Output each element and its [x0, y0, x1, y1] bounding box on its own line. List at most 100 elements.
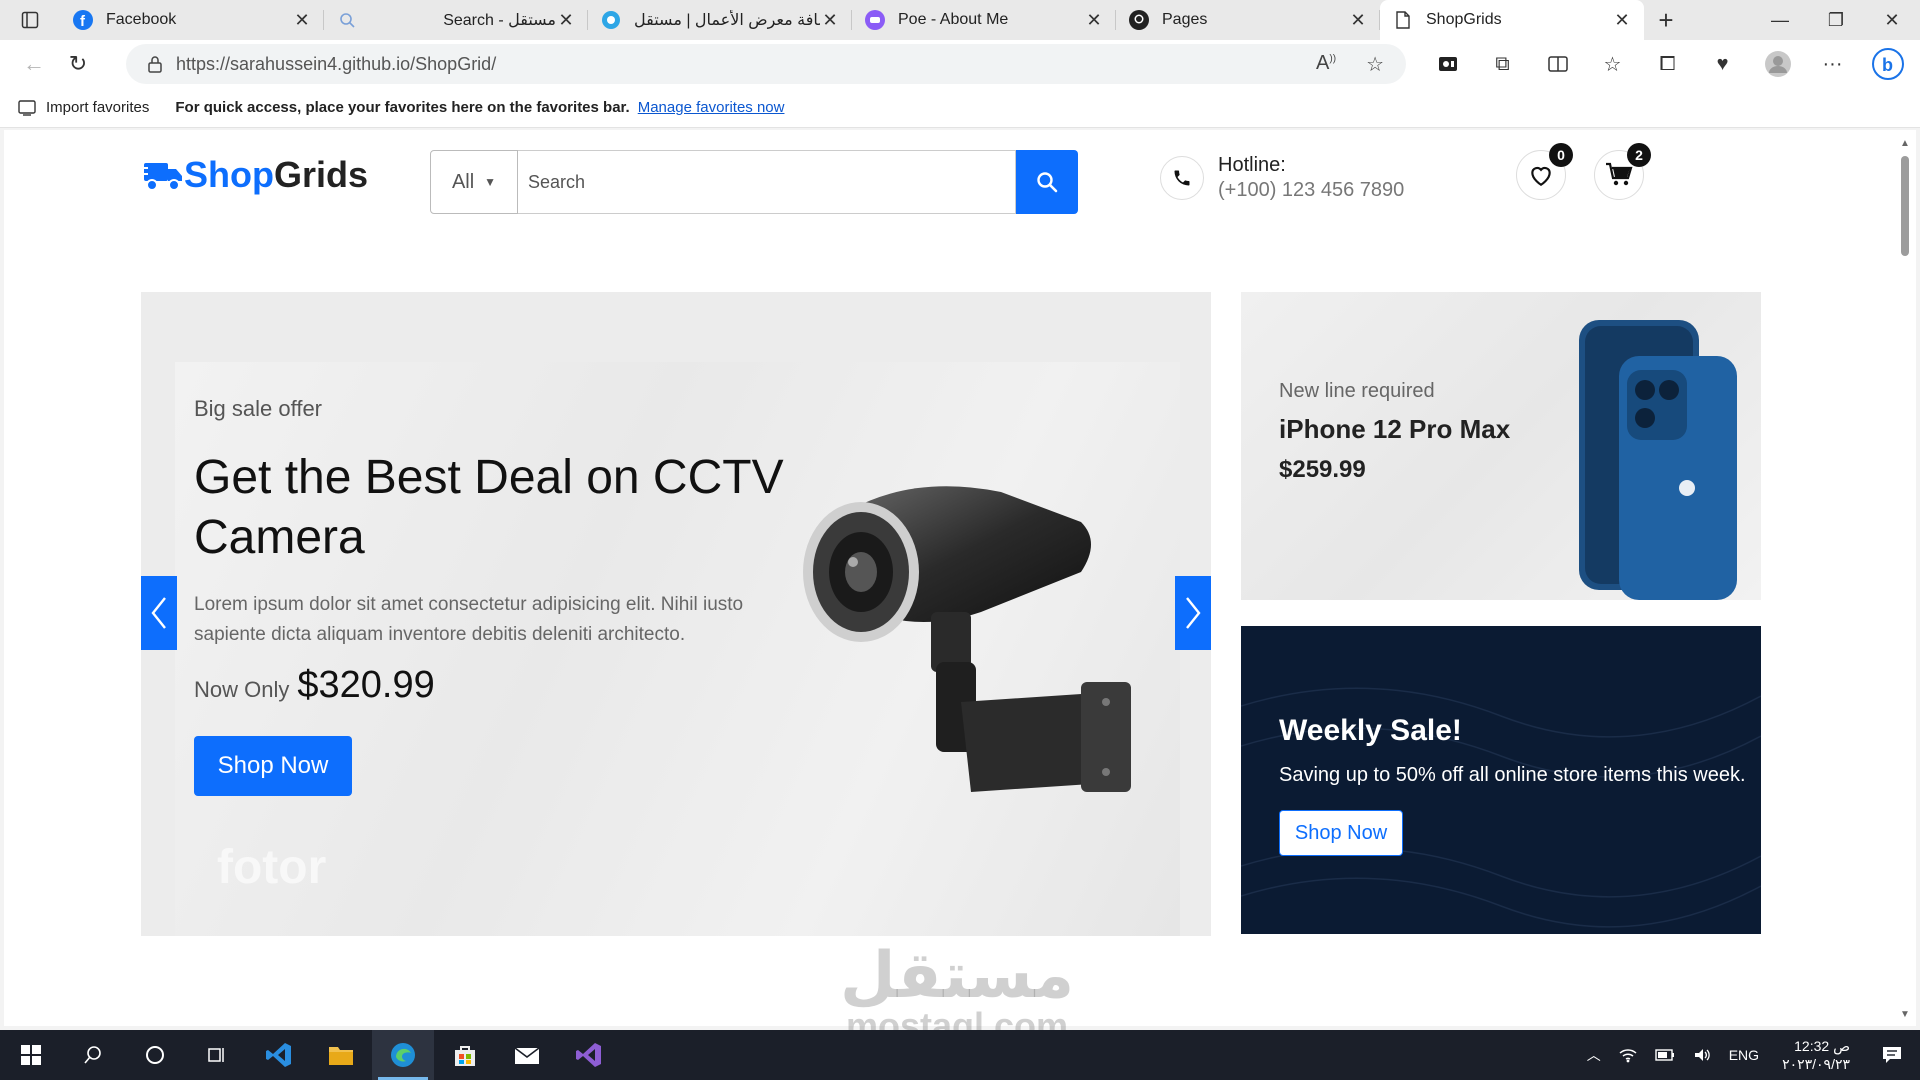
battery-icon[interactable] — [1646, 1049, 1684, 1061]
tab-shopgrids[interactable]: ShopGrids ✕ — [1380, 0, 1644, 40]
microsoft-store-app[interactable] — [434, 1030, 496, 1080]
edge-app[interactable] — [372, 1030, 434, 1080]
extensions-icon[interactable]: ⧉ — [1475, 53, 1530, 76]
cart-button[interactable]: 2 — [1594, 143, 1651, 200]
hero-price-label: Now Only — [194, 677, 290, 702]
poe-icon — [864, 9, 886, 31]
search-button[interactable] — [1016, 150, 1078, 214]
collections-icon[interactable]: ⧠ — [1640, 53, 1695, 76]
minimize-button[interactable]: — — [1752, 0, 1808, 40]
search-icon — [336, 9, 358, 31]
product-banner[interactable]: New line required iPhone 12 Pro Max $259… — [1241, 292, 1761, 600]
refresh-icon: ↻ — [68, 51, 88, 76]
category-select-value: All — [451, 170, 475, 193]
read-aloud-icon[interactable]: A)) — [1316, 52, 1336, 77]
tab-facebook[interactable]: f Facebook ✕ — [60, 0, 324, 40]
extension-video-icon[interactable] — [1420, 55, 1475, 73]
site-logo[interactable]: Shop Grids — [140, 154, 368, 196]
browser-essentials-icon[interactable]: ♥ — [1695, 53, 1750, 76]
close-icon[interactable]: ✕ — [820, 10, 840, 31]
banner-product-price: $259.99 — [1279, 456, 1366, 483]
hero-price-amount: $320.99 — [297, 664, 435, 706]
tab-search-mostaql[interactable]: Search - مستقل ✕ — [324, 0, 588, 40]
bing-copilot-icon[interactable]: b — [1860, 47, 1915, 81]
close-icon[interactable]: ✕ — [556, 10, 576, 31]
tab-github-pages[interactable]: Pages ✕ — [1116, 0, 1380, 40]
slider-next-button[interactable] — [1175, 576, 1211, 650]
heart-icon — [1531, 166, 1551, 187]
edge-icon — [391, 1043, 415, 1067]
close-window-button[interactable]: ✕ — [1864, 0, 1920, 40]
import-favorites-label: Import favorites — [46, 99, 150, 116]
cart-icon — [1606, 162, 1633, 186]
tab-actions-button[interactable] — [0, 0, 60, 40]
windows-taskbar: ︿ ENG 12:32 ص ٢٠٢٣/٠٩/٢٣ — [0, 1030, 1920, 1080]
github-icon — [1128, 9, 1150, 31]
back-button[interactable]: ← — [12, 44, 56, 84]
caret-down-icon: ▼ — [484, 175, 497, 189]
close-icon[interactable]: ✕ — [292, 10, 312, 31]
mostaql-icon — [600, 9, 622, 31]
search-input[interactable] — [518, 150, 1016, 214]
hotline-label: Hotline: — [1218, 154, 1286, 176]
profile-avatar[interactable] — [1750, 51, 1805, 77]
tab-label: إضافة معرض الأعمال | مستقل — [634, 12, 820, 29]
hotline-number[interactable]: (+100) 123 456 7890 — [1218, 179, 1404, 202]
restore-button[interactable]: ❐ — [1808, 0, 1864, 40]
import-favorites-button[interactable]: Import favorites — [18, 99, 149, 116]
tab-mostaql-portfolio[interactable]: إضافة معرض الأعمال | مستقل ✕ — [588, 0, 852, 40]
vscode-icon — [266, 1043, 291, 1067]
close-icon[interactable]: ✕ — [1084, 10, 1104, 31]
clock[interactable]: 12:32 ص ٢٠٢٣/٠٩/٢٣ — [1768, 1037, 1864, 1073]
clock-time: 12:32 ص — [1794, 1038, 1850, 1054]
vscode-app[interactable] — [248, 1030, 310, 1080]
slider-prev-button[interactable] — [141, 576, 177, 650]
facebook-icon: f — [72, 9, 94, 31]
more-menu-icon[interactable]: ··· — [1805, 53, 1860, 76]
volume-icon[interactable] — [1684, 1047, 1720, 1063]
favorites-icon[interactable]: ☆ — [1585, 52, 1640, 77]
address-bar[interactable]: https://sarahussein4.github.io/ShopGrid/… — [126, 44, 1406, 84]
mail-app[interactable] — [496, 1030, 558, 1080]
mail-icon — [514, 1047, 540, 1064]
weekly-sale-title: Weekly Sale! — [1279, 714, 1462, 747]
manage-favorites-link[interactable]: Manage favorites now — [638, 99, 785, 116]
start-button[interactable] — [0, 1030, 62, 1080]
logo-text-grids: Grids — [273, 154, 369, 195]
cortana-button[interactable] — [124, 1030, 186, 1080]
wishlist-button[interactable]: 0 — [1516, 143, 1573, 200]
scroll-up-icon[interactable]: ▲ — [1900, 138, 1910, 149]
close-icon[interactable]: ✕ — [1348, 10, 1368, 31]
lock-icon — [148, 56, 162, 73]
wifi-icon[interactable] — [1610, 1047, 1646, 1063]
banner-product-name: iPhone 12 Pro Max — [1279, 414, 1511, 444]
task-view-button[interactable] — [186, 1030, 248, 1080]
page-icon — [1392, 9, 1414, 31]
favorite-star-icon[interactable]: ☆ — [1366, 52, 1384, 77]
page-scrollbar[interactable]: ▲ ▼ — [1896, 130, 1916, 1026]
weekly-sale-shop-now-button[interactable]: Shop Now — [1279, 810, 1403, 856]
scroll-down-icon[interactable]: ▼ — [1900, 1009, 1910, 1020]
page-viewport: ShopGrids All ▼ Hotline: (+100) 123 456 … — [4, 130, 1904, 1026]
close-icon[interactable]: ✕ — [1612, 10, 1632, 31]
visual-studio-icon — [576, 1043, 601, 1067]
favorites-bar: Import favorites For quick access, place… — [0, 88, 1920, 128]
taskbar-search-button[interactable] — [62, 1030, 124, 1080]
browser-tab-bar: f Facebook ✕ Search - مستقل ✕ إضافة معرض… — [0, 0, 1920, 40]
show-hidden-icons-button[interactable]: ︿ — [1578, 1045, 1610, 1065]
refresh-button[interactable]: ↻ — [56, 44, 100, 84]
split-screen-icon[interactable] — [1530, 55, 1585, 73]
file-explorer-app[interactable] — [310, 1030, 372, 1080]
hero-shop-now-button[interactable]: Shop Now — [194, 736, 352, 796]
language-indicator[interactable]: ENG — [1720, 1047, 1768, 1063]
new-tab-button[interactable]: + — [1644, 0, 1688, 40]
hero-description: Lorem ipsum dolor sit amet consectetur a… — [194, 594, 744, 645]
category-select[interactable]: All ▼ — [430, 150, 518, 214]
tab-poe[interactable]: Poe - About Me ✕ — [852, 0, 1116, 40]
notifications-button[interactable] — [1864, 1046, 1920, 1064]
hero-kicker: Big sale offer — [194, 396, 323, 421]
visual-studio-app[interactable] — [558, 1030, 620, 1080]
weekly-sale-banner: Weekly Sale! Saving up to 50% off all on… — [1241, 626, 1761, 934]
weekly-sale-subtitle: Saving up to 50% off all online store it… — [1279, 764, 1746, 786]
scrollbar-thumb[interactable] — [1901, 156, 1909, 256]
